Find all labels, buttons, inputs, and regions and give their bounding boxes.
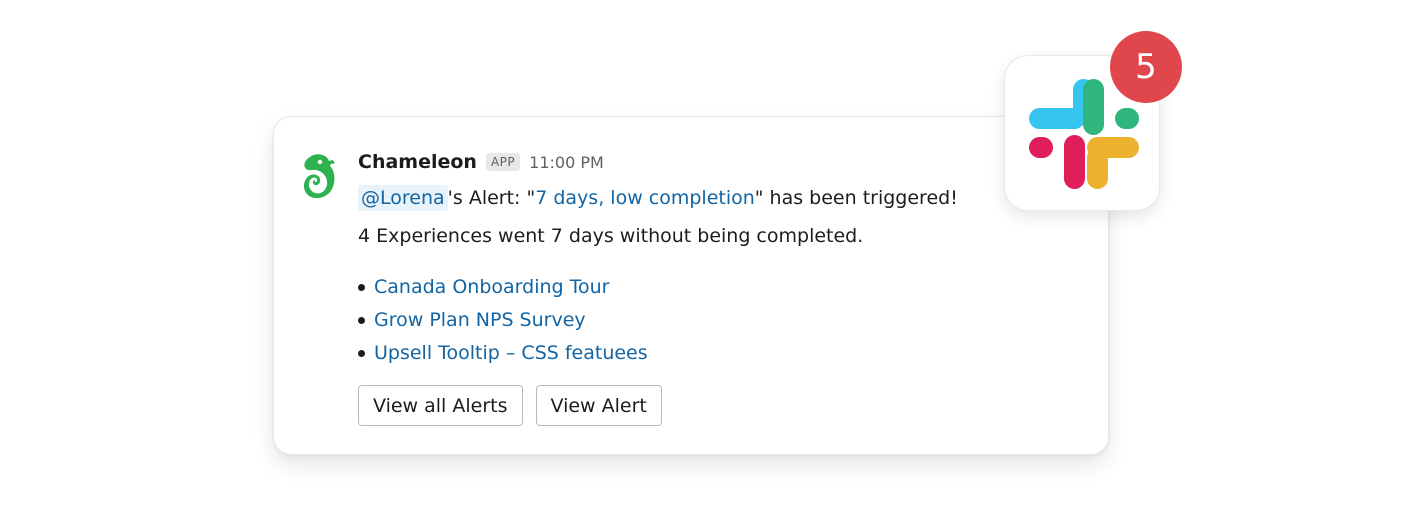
bullet-icon [358,284,365,291]
list-item: Canada Onboarding Tour [358,271,648,304]
alert-prefix: 's Alert: " [447,187,536,209]
message-card: Chameleon APP 11:00 PM @Lorena's Alert: … [273,116,1109,455]
sender-name[interactable]: Chameleon [358,151,477,173]
view-all-alerts-button[interactable]: View all Alerts [358,385,523,426]
alert-line: @Lorena's Alert: "7 days, low completion… [358,185,958,211]
user-mention[interactable]: @Lorena [358,185,448,211]
experience-link[interactable]: Upsell Tooltip – CSS featuees [374,337,648,370]
timestamp[interactable]: 11:00 PM [529,153,604,172]
alert-name-link[interactable]: 7 days, low completion [535,187,755,209]
experience-list: Canada Onboarding Tour Grow Plan NPS Sur… [358,271,648,370]
app-badge: APP [485,153,521,171]
bullet-icon [358,350,365,357]
list-item: Upsell Tooltip – CSS featuees [358,337,648,370]
chameleon-logo-icon [303,154,335,199]
stage: Chameleon APP 11:00 PM @Lorena's Alert: … [0,0,1426,508]
experience-link[interactable]: Grow Plan NPS Survey [374,304,586,337]
alert-body: 4 Experiences went 7 days without being … [358,225,864,247]
view-alert-button[interactable]: View Alert [535,385,662,426]
alert-suffix: " has been triggered! [754,187,958,209]
bullet-icon [358,317,365,324]
message-header: Chameleon APP 11:00 PM [358,151,604,173]
action-buttons: View all Alerts View Alert [358,385,662,426]
list-item: Grow Plan NPS Survey [358,304,648,337]
slack-logo-icon [1029,79,1139,189]
experience-link[interactable]: Canada Onboarding Tour [374,271,609,304]
notification-count-badge: 5 [1110,31,1182,103]
